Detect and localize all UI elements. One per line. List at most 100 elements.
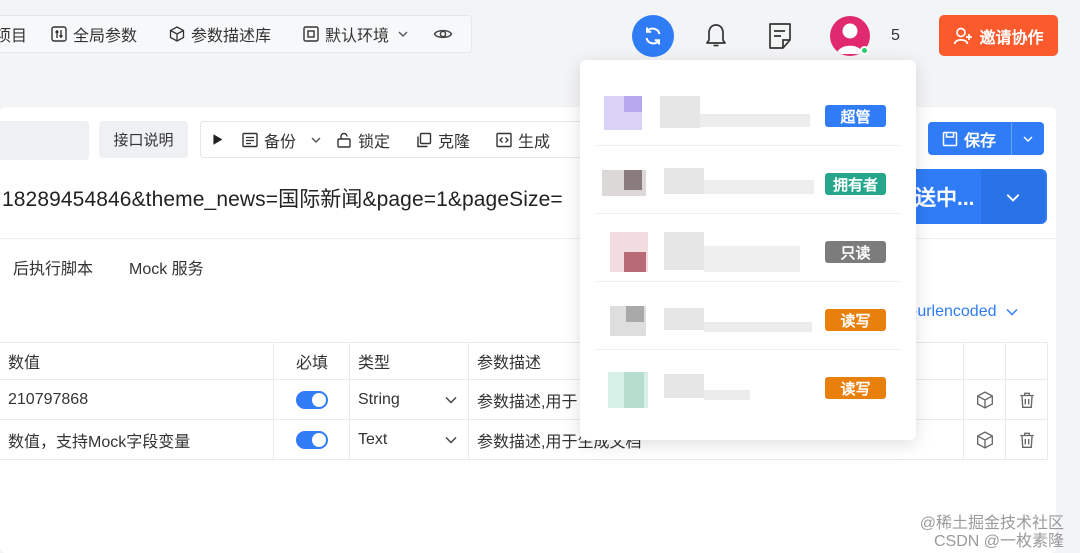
code-icon: [496, 132, 512, 147]
save-button[interactable]: 保存: [928, 122, 1044, 155]
required-toggle-cell: [273, 419, 350, 460]
watermark: @稀土掘金技术社区 CSDN @一枚素隆: [920, 515, 1064, 551]
lock-icon: [337, 132, 351, 148]
send-label: 送中...: [915, 186, 975, 210]
mock-cell: [963, 419, 1006, 460]
clone-button[interactable]: 克隆: [416, 128, 470, 152]
backup-button[interactable]: 备份: [242, 128, 322, 152]
notes-icon[interactable]: [767, 22, 793, 50]
role-badge: 读写: [825, 309, 886, 331]
user-avatar[interactable]: [830, 16, 870, 56]
delete-cell: [1005, 419, 1048, 460]
save-dropdown[interactable]: [1012, 122, 1044, 155]
required-toggle[interactable]: [296, 430, 328, 449]
blurred-member-info: [600, 164, 814, 200]
member-item[interactable]: 拥有者: [594, 146, 902, 214]
chevron-down-icon: [311, 137, 321, 143]
nav-item-label: 项目: [0, 28, 28, 45]
generate-label: 生成: [518, 133, 551, 151]
member-item[interactable]: 读写: [594, 282, 902, 350]
trash-icon[interactable]: [1018, 391, 1036, 409]
nav-item-param-library[interactable]: 参数描述库: [169, 15, 303, 53]
blurred-member-info: [600, 96, 810, 132]
nav-item-label: 参数描述库: [191, 28, 272, 45]
blurred-member-info: [600, 232, 810, 272]
invite-label: 邀请协作: [979, 29, 1044, 47]
role-badge: 超管: [825, 105, 886, 127]
lock-label: 锁定: [358, 133, 391, 151]
cube-icon[interactable]: [976, 430, 994, 449]
type-label: Text: [358, 430, 388, 448]
environment-label: 默认环境: [325, 28, 390, 45]
request-toolbar: 备份 锁定 克隆 生成: [200, 121, 582, 158]
watermark-line: @稀土掘金技术社区: [919, 515, 1064, 532]
api-description-button[interactable]: 接口说明: [99, 121, 188, 158]
chevron-down-icon: [1006, 193, 1020, 202]
type-label: String: [358, 390, 400, 408]
sliders-icon: [51, 26, 67, 42]
sync-icon: [645, 27, 661, 45]
sync-button[interactable]: [632, 15, 674, 57]
chevron-down-icon: [445, 396, 457, 404]
eye-button[interactable]: [433, 15, 463, 53]
members-popover: 超管 拥有者 只读 读写 读写: [580, 60, 916, 440]
generate-code-button[interactable]: 生成: [496, 128, 550, 152]
delete-cell: [1005, 379, 1048, 420]
cube-icon[interactable]: [976, 390, 994, 409]
chevron-down-icon: [398, 31, 408, 37]
member-item[interactable]: 读写: [594, 350, 902, 418]
role-badge: 只读: [825, 241, 886, 263]
column-header-empty: [963, 342, 1006, 380]
api-name-input[interactable]: [0, 121, 89, 160]
mock-cell: [963, 379, 1006, 420]
chevron-down-icon: [445, 436, 457, 444]
online-status-dot: [860, 46, 869, 55]
role-badge: 拥有者: [825, 173, 886, 195]
backup-icon: [242, 132, 258, 147]
required-toggle[interactable]: [296, 390, 328, 409]
blurred-member-info: [600, 300, 812, 336]
column-header-required: 必填: [273, 342, 350, 380]
body-type-label: -urlencoded: [912, 303, 997, 320]
nav-item-label: 全局参数: [73, 28, 138, 45]
tab-mock-service[interactable]: Mock 服务: [129, 255, 204, 279]
clone-label: 克隆: [438, 133, 471, 151]
eye-icon: [433, 29, 453, 39]
invite-collaborate-button[interactable]: 邀请协作: [939, 15, 1058, 56]
top-navigation: 项目 全局参数 参数描述库 默认环境: [0, 15, 472, 53]
tab-post-script[interactable]: 后执行脚本: [13, 255, 93, 279]
type-select[interactable]: Text: [349, 419, 469, 460]
trash-icon[interactable]: [1018, 431, 1036, 449]
nav-item-global-params[interactable]: 全局参数: [51, 15, 169, 53]
send-button[interactable]: 送中...: [915, 169, 1047, 224]
body-type-select[interactable]: -urlencoded: [912, 303, 1019, 321]
backup-label: 备份: [264, 133, 297, 151]
role-badge: 读写: [825, 377, 886, 399]
member-count[interactable]: 5: [891, 27, 900, 45]
param-value-input[interactable]: 210797868: [0, 379, 274, 420]
blurred-member-info: [600, 368, 810, 408]
lock-button[interactable]: 锁定: [336, 128, 390, 152]
run-button[interactable]: [211, 133, 224, 146]
cube-icon: [169, 26, 185, 42]
watermark-line: CSDN @一枚素隆: [933, 533, 1064, 550]
chevron-down-icon: [1023, 135, 1033, 142]
save-icon: [942, 131, 958, 146]
column-header-empty: [1005, 342, 1048, 380]
add-user-icon: [954, 27, 973, 44]
type-select[interactable]: String: [349, 379, 469, 420]
bell-icon[interactable]: [704, 23, 728, 49]
column-header-type: 类型: [349, 342, 469, 380]
save-main[interactable]: 保存: [928, 122, 1012, 155]
environment-icon: [303, 26, 319, 42]
environment-select[interactable]: 默认环境: [303, 15, 433, 53]
clone-icon: [417, 132, 432, 147]
url-input[interactable]: 18289454846&theme_news=国际新闻&page=1&pageS…: [2, 183, 563, 213]
chevron-down-icon: [1005, 308, 1018, 316]
send-dropdown[interactable]: [981, 169, 1045, 224]
member-item[interactable]: 超管: [594, 78, 902, 146]
nav-item-projects[interactable]: 项目: [0, 15, 51, 53]
play-icon: [213, 134, 223, 145]
member-item[interactable]: 只读: [594, 214, 902, 282]
param-value-input[interactable]: 数值，支持Mock字段变量: [0, 419, 274, 460]
